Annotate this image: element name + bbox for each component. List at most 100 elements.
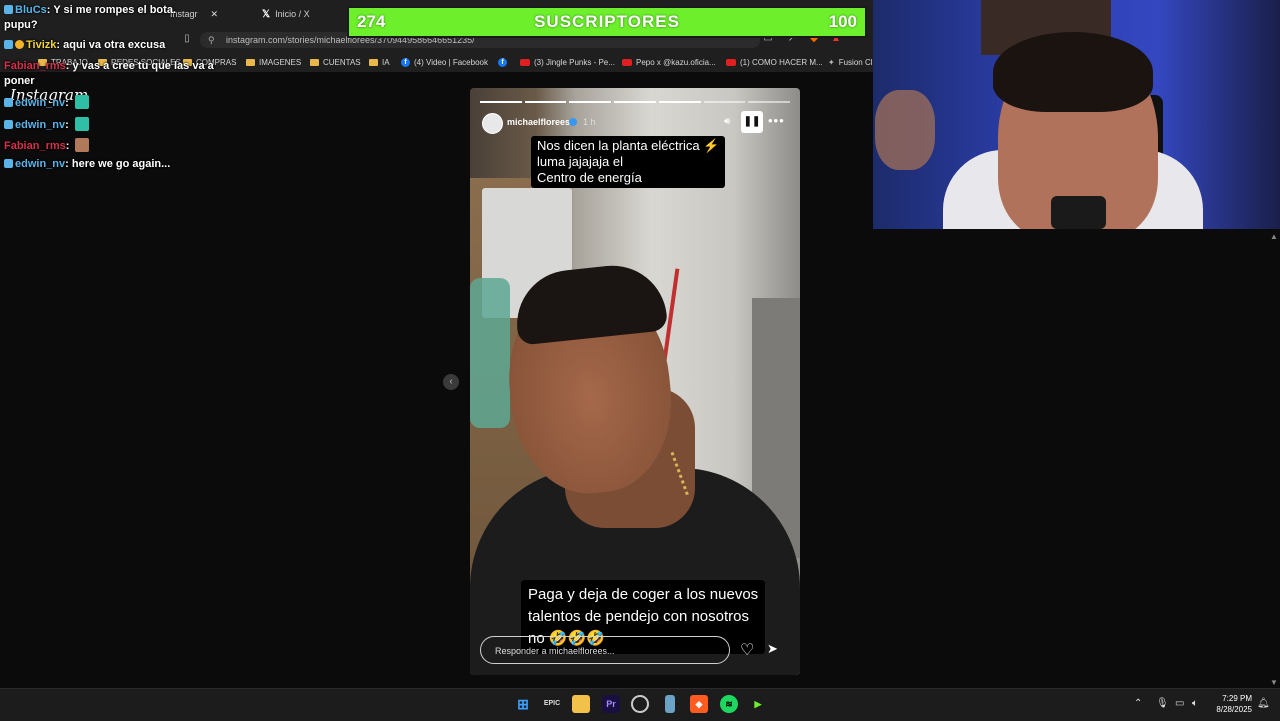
bookmark-como-hacer[interactable]: (1) COMO HACER M... <box>726 55 823 69</box>
story-progress-segment <box>614 101 656 103</box>
chat-username: edwin_nv <box>15 158 66 170</box>
previous-story-button[interactable]: ‹ <box>443 374 459 390</box>
notifications-icon[interactable]: 🔔︎ <box>1257 698 1270 709</box>
bookmark-ia[interactable]: IA <box>369 55 390 69</box>
network-icon[interactable]: ▭ <box>1175 698 1184 709</box>
chat-username: Tivizk <box>26 39 57 51</box>
story-progress-segment <box>569 101 612 103</box>
tab-close-icon[interactable]: ✕ <box>211 9 219 20</box>
sub-badge-icon <box>4 159 13 168</box>
bookmark-pepo[interactable]: Pepo x @kazu.oficia... <box>622 55 716 69</box>
emote-icon <box>75 138 90 152</box>
story-username[interactable]: michaelflorees <box>507 117 570 127</box>
chat-message: edwin_nv: <box>4 117 89 131</box>
tab-x[interactable]: 𝕏 Inicio / X <box>262 4 310 24</box>
site-info-icon[interactable]: ⚲ <box>208 32 215 48</box>
bookmark-label: (4) Video | Facebook <box>414 57 488 67</box>
caption-line: luma jajajaja el <box>537 154 623 169</box>
volume-tray-icon[interactable]: 🔈︎ <box>1192 698 1198 709</box>
obs-icon[interactable] <box>631 695 649 713</box>
story-progress-segment <box>524 101 567 103</box>
subscriber-goal: 100 <box>828 12 857 31</box>
bookmark-label: Pepo x @kazu.oficia... <box>636 57 716 67</box>
tab-x-label: Inicio / X <box>275 9 310 19</box>
bookmark-jingle-punks[interactable]: (3) Jingle Punks - Pe... <box>520 55 615 69</box>
bookmark-cuentas[interactable]: CUENTAS <box>310 55 361 69</box>
chat-username: BluCs <box>15 4 47 16</box>
chat-text: poner <box>4 75 35 87</box>
sub-badge-icon <box>4 120 13 129</box>
reply-input[interactable]: Responder a michaelflorees... <box>480 636 730 664</box>
chat-message: Fabian_rms: <box>4 138 90 152</box>
sub-badge-icon <box>4 5 13 14</box>
bookmark-facebook[interactable]: f <box>498 55 507 69</box>
chat-message: BluCs: Y si me rompes el bota. <box>4 4 176 16</box>
volume-icon[interactable]: 🔊︎ <box>724 116 730 127</box>
webcam-background-person <box>875 90 935 170</box>
bookmark-label: (1) COMO HACER M... <box>740 57 823 67</box>
scroll-down-arrow-icon[interactable]: ▼ <box>1270 678 1278 687</box>
subscriber-goal-bar: 274 SUSCRIPTORES 100 <box>347 6 867 38</box>
pause-button[interactable]: ❚❚ <box>741 111 763 133</box>
verified-badge-icon <box>569 118 577 126</box>
subscriber-count: 274 <box>357 12 386 31</box>
chat-username: edwin_nv <box>15 97 66 109</box>
bookmark-page-icon[interactable]: ▯ <box>181 33 193 45</box>
microphone-icon <box>1051 196 1106 229</box>
chat-message: Tivizk: aqui va otra excusa <box>4 39 165 51</box>
chat-message: edwin_nv: here we go again... <box>4 158 170 170</box>
caption-line: talentos de pendejo con nosotros <box>528 608 749 625</box>
app-icon: ✦ <box>828 57 835 67</box>
facebook-icon: f <box>401 57 410 67</box>
like-heart-icon[interactable]: ♡ <box>740 640 754 660</box>
folder-icon <box>246 58 255 66</box>
caption-line: Paga y deja de coger a los nuevos <box>528 586 759 603</box>
chat-message: pupu? <box>4 19 38 31</box>
premiere-pro-icon[interactable]: Pr <box>602 695 620 713</box>
youtube-icon <box>622 58 632 66</box>
epic-games-icon[interactable]: EPIC <box>543 695 561 713</box>
more-options-icon[interactable]: ••• <box>768 113 785 128</box>
story-avatar[interactable] <box>482 113 503 134</box>
youtube-icon <box>726 58 736 66</box>
story-caption-top: Nos dicen la planta eléctrica ⚡ luma jaj… <box>531 136 726 188</box>
clock-date: 8/28/2025 <box>1216 705 1252 714</box>
tab-instagram[interactable]: Instagr ✕ <box>170 4 218 24</box>
windows-start-icon[interactable]: ⊞ <box>514 695 532 713</box>
notepad-icon[interactable] <box>665 695 675 713</box>
story-progress-segment <box>480 101 522 103</box>
clock-time: 7:29 PM <box>1222 694 1252 703</box>
app-icon[interactable]: ▶ <box>749 695 767 713</box>
chat-username: Fabian_rms <box>4 60 66 72</box>
tray-expand-icon[interactable]: ⌃ <box>1134 698 1142 709</box>
microphone-tray-icon[interactable]: 🎙︎ <box>1156 698 1169 709</box>
chat-text: y vas a cree tu que las va a <box>72 60 214 72</box>
chat-username: Fabian_rms <box>4 140 66 152</box>
scroll-up-arrow-icon[interactable]: ▲ <box>1270 232 1278 241</box>
emote-icon <box>74 117 89 131</box>
bookmark-imagenes[interactable]: IMAGENES <box>246 55 301 69</box>
bookmark-label: IA <box>382 57 390 67</box>
send-icon[interactable]: ➤ <box>767 641 778 657</box>
story-progress-segment <box>703 101 746 103</box>
webcam-streamer-hair <box>993 32 1153 112</box>
bookmark-fusion[interactable]: ✦ Fusion Cl <box>828 55 873 69</box>
taskbar-clock[interactable]: 7:29 PM 8/28/2025 <box>1208 693 1252 715</box>
story-photo-towel <box>470 278 510 428</box>
subscriber-label: SUSCRIPTORES <box>534 12 680 31</box>
chat-username: edwin_nv <box>15 119 66 131</box>
chat-message: edwin_nv: <box>4 95 89 109</box>
bookmark-label: CUENTAS <box>323 57 361 67</box>
chat-text: here we go again... <box>71 158 171 170</box>
bits-badge-icon <box>15 40 24 49</box>
bookmark-label: (3) Jingle Punks - Pe... <box>534 57 615 67</box>
bookmark-facebook-video[interactable]: f (4) Video | Facebook <box>401 55 488 69</box>
brave-browser-icon[interactable]: ◈ <box>690 695 708 713</box>
caption-line: Centro de energía <box>537 170 642 185</box>
chat-text: pupu? <box>4 19 38 31</box>
spotify-icon[interactable]: ≋ <box>720 695 738 713</box>
sub-badge-icon <box>4 98 13 107</box>
story-timestamp: 1 h <box>583 117 596 127</box>
emote-icon <box>74 95 89 109</box>
file-explorer-icon[interactable] <box>572 695 590 713</box>
